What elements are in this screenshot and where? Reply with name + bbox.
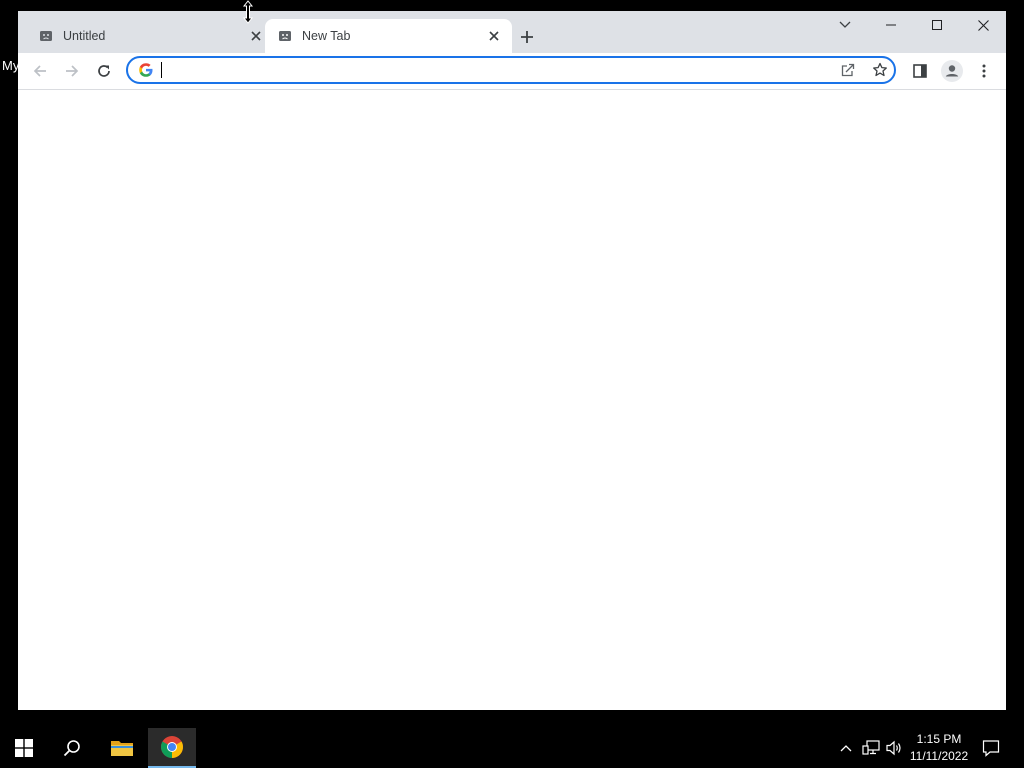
browser-window: Untitled New Tab [18,11,1006,710]
profile-button[interactable] [938,57,966,85]
plus-icon [521,31,533,43]
back-arrow-icon [33,65,46,77]
volume-button[interactable] [884,738,904,758]
search-button[interactable] [48,728,96,768]
back-button[interactable] [26,57,54,85]
file-explorer-icon [111,741,133,756]
action-center-button[interactable] [981,738,1001,758]
minimize-icon [886,24,896,26]
maximize-button[interactable] [914,11,960,39]
resize-cursor-icon [242,0,254,24]
omnibox-input[interactable] [160,60,810,80]
tab-search-icon [839,21,851,28]
side-panel-icon [913,64,927,78]
browser-toolbar [18,53,1006,90]
share-icon [841,63,855,77]
tab-untitled[interactable]: Untitled [27,19,274,53]
bookmark-button[interactable] [870,60,890,80]
new-tab-button[interactable] [515,25,539,49]
close-icon[interactable] [246,26,266,46]
network-icon [862,740,880,755]
share-button[interactable] [838,60,858,80]
file-explorer-button[interactable] [98,728,146,768]
chevron-up-icon [840,745,852,752]
side-panel-button[interactable] [906,57,934,85]
kebab-menu-icon [982,64,986,78]
clock-time: 1:15 PM [916,732,962,746]
show-hidden-icons-button[interactable] [836,738,856,758]
star-icon [873,62,887,77]
menu-button[interactable] [970,57,998,85]
windows-logo-icon [15,739,33,757]
taskbar: 1:15 PM 11/11/2022 [0,728,1024,768]
profile-avatar-icon [941,60,963,82]
page-content[interactable] [18,90,1006,710]
reload-button[interactable] [90,57,118,85]
start-button[interactable] [0,728,48,768]
desktop-icon-label[interactable]: My [2,58,19,73]
reload-icon [98,65,110,77]
google-g-icon [138,62,154,78]
taskbar-clock[interactable]: 1:15 PM 11/11/2022 [904,731,974,765]
window-close-button[interactable] [960,11,1006,39]
chrome-icon [161,736,183,758]
text-caret [161,62,162,78]
broken-page-icon [277,28,293,44]
clock-date: 11/11/2022 [909,749,969,763]
chrome-taskbar-button[interactable] [148,728,196,768]
forward-button[interactable] [58,57,86,85]
broken-page-icon [38,28,54,44]
forward-arrow-icon [66,65,79,77]
notifications-icon [982,740,1000,757]
close-icon [977,19,989,31]
tab-title: Untitled [63,29,106,43]
maximize-icon [932,20,942,30]
tab-search-button[interactable] [822,11,868,39]
tab-title: New Tab [302,29,351,43]
address-bar[interactable] [126,56,896,84]
tab-new-tab[interactable]: New Tab [265,19,512,53]
network-button[interactable] [861,738,881,758]
volume-icon [886,740,901,756]
minimize-button[interactable] [868,11,914,39]
close-icon[interactable] [484,26,504,46]
tab-strip: Untitled New Tab [18,11,1006,53]
search-icon [63,740,80,757]
